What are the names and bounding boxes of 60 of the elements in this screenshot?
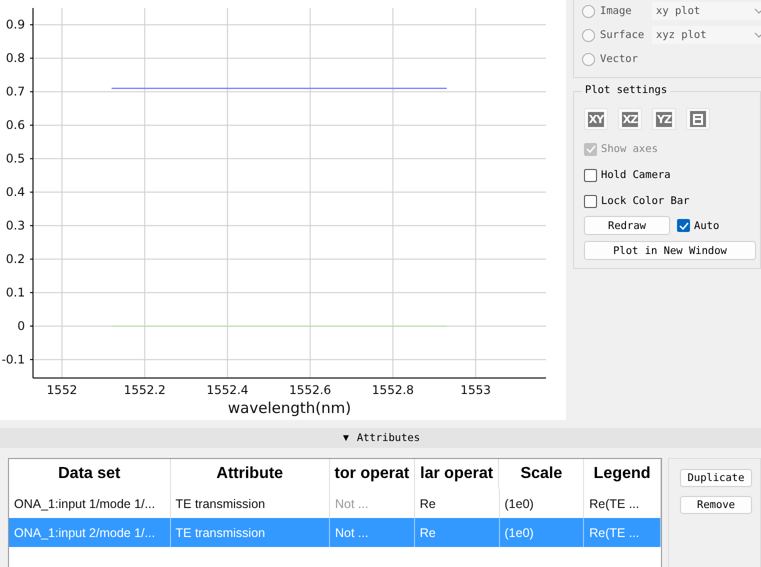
x-axis-title: wavelength(nm) bbox=[228, 399, 352, 417]
y-tick-label: 0.9 bbox=[6, 18, 25, 32]
section-title: Attributes bbox=[356, 432, 420, 444]
table-cell: Re(TE ... bbox=[584, 518, 662, 547]
checkbox[interactable] bbox=[584, 194, 597, 208]
y-tick-label: 0.1 bbox=[6, 286, 25, 300]
y-tick-label: 0.2 bbox=[6, 252, 25, 266]
view-button[interactable]: YZ bbox=[652, 108, 676, 130]
x-tick-label: 1552 bbox=[46, 383, 78, 397]
y-tick-label: 0.5 bbox=[6, 152, 25, 166]
radio-label: Image bbox=[600, 5, 633, 17]
x-tick-label: 1552.8 bbox=[372, 383, 414, 397]
table-cell: (1e0) bbox=[500, 518, 584, 547]
x-tick-label: 1552.2 bbox=[124, 383, 166, 397]
table-cell: ONA_1:input 2/mode 1/... bbox=[9, 518, 170, 547]
column-header[interactable]: tor operat bbox=[330, 459, 415, 489]
table-cell: TE transmission bbox=[170, 518, 330, 547]
radio-button[interactable] bbox=[582, 4, 595, 18]
table-cell: Re bbox=[414, 518, 500, 547]
checkbox-label: Lock Color Bar bbox=[601, 195, 690, 207]
x-tick-label: 1552.4 bbox=[206, 383, 248, 397]
checkbox-label: Auto bbox=[694, 220, 720, 232]
column-header[interactable]: Data set bbox=[9, 459, 170, 489]
checkbox-label: Show axes bbox=[601, 143, 658, 155]
x-tick-label: 1553 bbox=[460, 383, 491, 397]
radio-label: Vector bbox=[600, 53, 639, 65]
column-header[interactable]: lar operat bbox=[414, 459, 500, 489]
x-tick-label: 1552.6 bbox=[289, 383, 332, 397]
y-tick-label: 0 bbox=[17, 319, 25, 334]
checkbox-label: Hold Camera bbox=[601, 169, 671, 181]
radio-label: Surface bbox=[600, 29, 646, 41]
table-action-button[interactable]: Duplicate bbox=[680, 469, 752, 487]
y-tick-label: 0.7 bbox=[6, 84, 25, 99]
plot-type-dropdown[interactable]: xy plot bbox=[652, 2, 761, 20]
caret-icon bbox=[754, 8, 761, 14]
plot-in-new-window-button[interactable]: Plot in New Window bbox=[584, 241, 756, 260]
checkbox[interactable] bbox=[584, 168, 597, 182]
table-action-button[interactable]: Remove bbox=[680, 496, 752, 514]
caret-icon bbox=[754, 32, 761, 38]
lock-icon bbox=[690, 111, 706, 127]
column-header[interactable]: Attribute bbox=[170, 459, 330, 489]
y-tick-label: 0.3 bbox=[6, 218, 25, 233]
checkbox[interactable] bbox=[677, 219, 690, 232]
view-button[interactable]: XZ bbox=[618, 108, 642, 130]
group-title: Plot settings bbox=[582, 84, 670, 96]
radio-button[interactable] bbox=[582, 28, 595, 42]
y-tick-label: 0.6 bbox=[6, 118, 25, 132]
table-cell: Not ... bbox=[330, 518, 415, 547]
collapse-arrow-icon: ▼ bbox=[340, 432, 351, 444]
plot-type-dropdown[interactable]: xyz plot bbox=[652, 26, 761, 44]
radio-button[interactable] bbox=[582, 52, 595, 66]
y-tick-label: 0.4 bbox=[6, 185, 25, 200]
y-tick-label: 0.8 bbox=[6, 51, 25, 66]
column-header[interactable]: Scale bbox=[499, 459, 584, 489]
attributes-bar[interactable]: ▼ Attributes bbox=[0, 428, 761, 448]
view-button[interactable]: XY bbox=[584, 108, 608, 130]
y-tick-label: -0.1 bbox=[2, 352, 25, 367]
lock-button[interactable] bbox=[686, 108, 710, 130]
column-header[interactable]: Legend bbox=[584, 459, 661, 489]
redraw-button[interactable]: Redraw bbox=[584, 216, 670, 235]
